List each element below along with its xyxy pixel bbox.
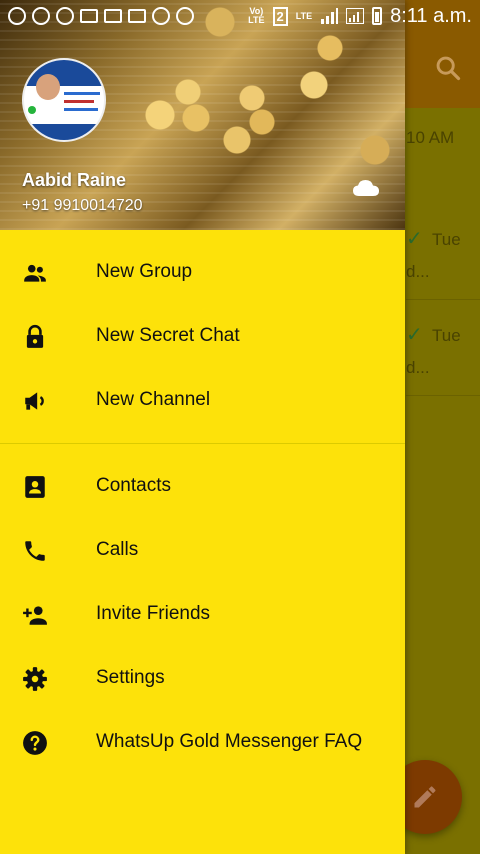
menu-item-calls[interactable]: Calls — [0, 518, 405, 582]
contacts-icon — [25, 476, 45, 498]
chat-day: Tue — [432, 326, 461, 345]
chat-notification-icon — [104, 9, 122, 23]
location-icon — [176, 7, 194, 25]
navigation-drawer: Aabid Raine +91 9910014720 New Group New… — [0, 0, 405, 854]
mail-icon — [80, 9, 98, 23]
menu-item-label: New Group — [96, 261, 193, 282]
cloud-icon[interactable] — [352, 178, 380, 198]
pencil-icon — [414, 786, 436, 808]
chat-snippet: d... — [406, 358, 430, 377]
gear-icon — [23, 667, 47, 691]
user-phone: +91 9910014720 — [22, 197, 143, 214]
sim-indicator: 2 — [272, 6, 288, 26]
status-bar: Vo) LTE 2 LTE 8:11 a.m. — [0, 0, 480, 32]
menu-item-label: Invite Friends — [96, 603, 211, 624]
clock: 8:11 a.m. — [390, 4, 472, 27]
menu-item-label: WhatsUp Gold Messenger FAQ — [96, 731, 363, 752]
avatar-footer — [24, 124, 104, 140]
signal-icon — [321, 8, 339, 24]
add-person-icon — [23, 606, 47, 625]
menu-group-create: New Group New Secret Chat New Channel — [0, 240, 405, 432]
menu-item-new-secret-chat[interactable]: New Secret Chat — [0, 304, 405, 368]
chat-snippet: d... — [406, 262, 430, 281]
group-icon — [24, 264, 46, 282]
chat-row[interactable]: ✓ Tue d... — [406, 204, 480, 300]
avatar-text-line — [64, 100, 94, 103]
menu-item-new-channel[interactable]: New Channel — [0, 368, 405, 432]
avatar[interactable] — [22, 58, 106, 142]
menu-divider — [0, 443, 405, 444]
menu-item-label: Calls — [96, 539, 139, 560]
help-icon — [23, 731, 47, 755]
signal-icon — [346, 8, 365, 24]
phone-icon — [25, 541, 45, 561]
menu-item-label: New Secret Chat — [96, 325, 240, 346]
menu-item-invite-friends[interactable]: Invite Friends — [0, 582, 405, 646]
menu-item-contacts[interactable]: Contacts — [0, 454, 405, 518]
check-icon: ✓ — [406, 228, 423, 250]
search-icon[interactable] — [434, 54, 462, 82]
whatsapp-icon — [56, 7, 74, 25]
menu-item-label: New Channel — [96, 389, 211, 410]
drawer-header[interactable]: Aabid Raine +91 9910014720 — [0, 0, 405, 230]
megaphone-icon — [25, 392, 44, 410]
whatsapp-dot-icon — [28, 106, 36, 114]
lte-indicator: LTE — [295, 10, 313, 21]
user-name: Aabid Raine — [22, 170, 127, 190]
menu-item-new-group[interactable]: New Group — [0, 240, 405, 304]
image-icon — [128, 9, 146, 23]
volte-indicator: Vo) LTE — [248, 6, 265, 25]
check-icon: ✓ — [406, 324, 423, 346]
menu-item-label: Contacts — [96, 475, 171, 496]
avatar-text-line — [64, 92, 100, 95]
skype-icon — [32, 7, 50, 25]
system-icons: Vo) LTE 2 LTE 8:11 a.m. — [248, 5, 472, 28]
avatar-person — [36, 74, 60, 100]
chat-day: Tue — [432, 230, 461, 249]
menu-item-faq[interactable]: WhatsUp Gold Messenger FAQ — [0, 710, 405, 774]
notification-icons — [8, 7, 194, 25]
camera-icon — [152, 7, 170, 25]
chat-timestamp: 10 AM — [406, 128, 455, 147]
avatar-text-line — [64, 108, 98, 111]
menu-group-main: Contacts Calls Invite Friends Settings W… — [0, 454, 405, 774]
chat-row[interactable]: ✓ Tue d... — [406, 300, 480, 396]
menu-item-settings[interactable]: Settings — [0, 646, 405, 710]
lock-icon — [26, 324, 44, 348]
phone-notification-icon — [8, 7, 26, 25]
battery-icon — [372, 7, 383, 25]
menu-item-label: Settings — [96, 667, 165, 688]
